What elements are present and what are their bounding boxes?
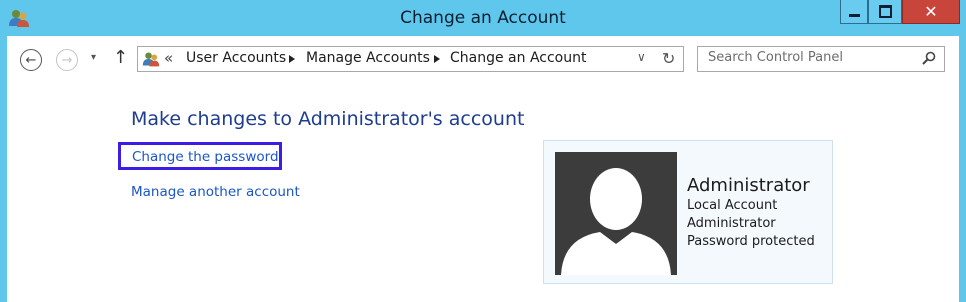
title-bar[interactable]: Change an Account ✕ <box>0 0 966 36</box>
account-type: Local Account <box>687 198 778 213</box>
breadcrumb-change-account[interactable]: Change an Account <box>450 50 586 66</box>
search-input[interactable] <box>708 50 908 65</box>
window-title: Change an Account <box>400 8 566 28</box>
window: Change an Account ✕ ← → ▾ ↑ « User Accou… <box>0 0 966 302</box>
address-dropdown-icon[interactable]: ∨ <box>637 50 646 64</box>
breadcrumb-manage-accounts[interactable]: Manage Accounts <box>306 50 430 66</box>
address-bar[interactable]: « User Accounts Manage Accounts Change a… <box>137 46 684 72</box>
breadcrumb-user-accounts[interactable]: User Accounts <box>186 50 286 66</box>
recent-locations-button[interactable]: ▾ <box>91 52 96 63</box>
up-button[interactable]: ↑ <box>113 47 128 68</box>
minimize-button[interactable] <box>840 0 868 24</box>
account-card: Administrator Local Account Administrato… <box>543 140 833 284</box>
password-status: Password protected <box>687 234 815 249</box>
back-arrow-icon: ← <box>25 52 37 68</box>
close-icon: ✕ <box>924 1 938 21</box>
breadcrumb-separator-icon[interactable] <box>289 55 295 63</box>
forward-button[interactable]: → <box>56 49 78 71</box>
search-box[interactable] <box>697 46 945 72</box>
change-password-link[interactable]: Change the password <box>118 142 282 170</box>
navigation-bar: ← → ▾ ↑ « User Accounts Manage Accounts <box>7 36 959 82</box>
account-role: Administrator <box>687 216 776 231</box>
account-name: Administrator <box>687 175 810 196</box>
minimize-icon <box>848 14 860 17</box>
user-accounts-icon <box>142 52 160 67</box>
user-silhouette-icon <box>561 168 671 275</box>
back-button[interactable]: ← <box>20 49 42 71</box>
forward-arrow-icon: → <box>61 52 73 68</box>
maximize-icon <box>878 5 892 18</box>
refresh-icon[interactable]: ↻ <box>662 49 675 68</box>
avatar <box>555 152 677 275</box>
close-button[interactable]: ✕ <box>902 0 960 24</box>
maximize-button[interactable] <box>868 0 902 24</box>
manage-another-account-link[interactable]: Manage another account <box>131 184 300 200</box>
content-area: ← → ▾ ↑ « User Accounts Manage Accounts <box>7 36 959 302</box>
page-heading: Make changes to Administrator's account <box>131 108 525 130</box>
search-icon[interactable] <box>922 51 936 65</box>
breadcrumb-overflow-icon[interactable]: « <box>164 49 173 67</box>
breadcrumb-separator-icon[interactable] <box>434 55 440 63</box>
